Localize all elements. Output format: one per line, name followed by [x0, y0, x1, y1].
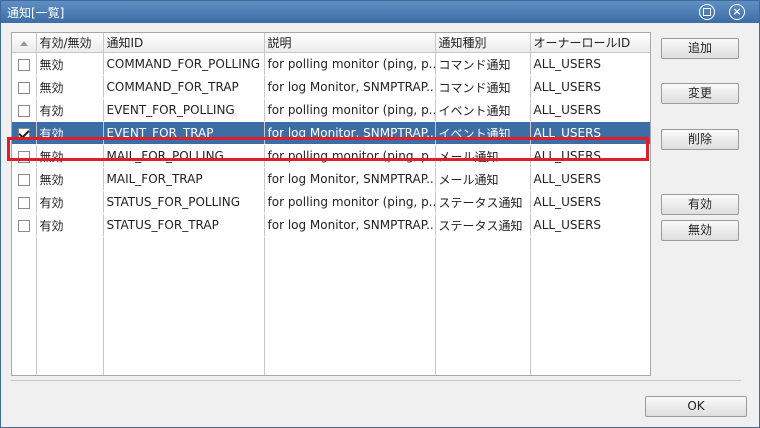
cell-owner: ALL_USERS [530, 121, 650, 145]
cell-description: for log Monitor, SNMPTRAP... [264, 213, 436, 237]
filler-cell [103, 236, 265, 375]
column-header-id[interactable]: 通知ID [103, 33, 265, 53]
filler-cell [530, 236, 650, 375]
row-checkbox[interactable] [17, 127, 30, 140]
row-checkbox-cell[interactable] [12, 167, 37, 191]
cell-type: コマンド通知 [435, 75, 531, 99]
table-row[interactable]: 有効 EVENT_FOR_POLLING for polling monitor (… [12, 98, 650, 122]
table-row[interactable]: 無効 MAIL_FOR_POLLING for polling monitor (p… [12, 144, 650, 168]
cell-description: for polling monitor (ping, p... [264, 52, 436, 76]
cell-status: 有効 [36, 213, 104, 237]
row-checkbox-cell[interactable] [12, 121, 37, 145]
table-row[interactable]: 無効 COMMAND_FOR_POLLING for polling monitor… [12, 52, 650, 76]
separator [11, 380, 741, 381]
row-checkbox[interactable] [17, 173, 30, 186]
row-checkbox[interactable] [17, 104, 30, 117]
cell-description: for polling monitor (ping, p... [264, 144, 436, 168]
cell-owner: ALL_USERS [530, 75, 650, 99]
table-row[interactable]: 有効 STATUS_FOR_POLLING for polling monitor … [12, 190, 650, 214]
cell-status: 無効 [36, 52, 104, 76]
filler-cell [12, 236, 37, 375]
window-title: 通知[一覧] [7, 6, 65, 20]
table-row[interactable]: 無効 MAIL_FOR_TRAP for log Monitor, SNMPTRAP… [12, 167, 650, 191]
disable-button[interactable]: 無効 [661, 220, 739, 241]
table-filler [12, 236, 650, 375]
notification-table: 有効/無効 通知ID 説明 通知種別 オーナーロールID 無効 COMMAND_F… [12, 33, 650, 375]
cell-id: STATUS_FOR_POLLING [103, 190, 265, 214]
restore-icon[interactable] [699, 4, 715, 20]
cell-description: for log Monitor, SNMPTRAP... [264, 167, 436, 191]
cell-description: for log Monitor, SNMPTRAP... [264, 75, 436, 99]
add-button[interactable]: 追加 [661, 38, 739, 59]
cell-id: MAIL_FOR_TRAP [103, 167, 265, 191]
cell-owner: ALL_USERS [530, 213, 650, 237]
cell-id: STATUS_FOR_TRAP [103, 213, 265, 237]
cell-description: for log Monitor, SNMPTRAP... [264, 121, 436, 145]
modify-button[interactable]: 変更 [661, 83, 739, 104]
cell-id: EVENT_FOR_TRAP [103, 121, 265, 145]
cell-owner: ALL_USERS [530, 98, 650, 122]
table-row[interactable]: 有効 EVENT_FOR_TRAP for log Monitor, SNMPTRA… [12, 121, 650, 145]
notification-list-dialog: 通知[一覧] × 有効/無効 通知ID 説明 通知種別 オーナーロールID 無効… [0, 0, 760, 428]
row-checkbox-cell[interactable] [12, 52, 37, 76]
cell-owner: ALL_USERS [530, 144, 650, 168]
cell-id: EVENT_FOR_POLLING [103, 98, 265, 122]
cell-id: COMMAND_FOR_TRAP [103, 75, 265, 99]
row-checkbox[interactable] [17, 196, 30, 209]
filler-cell [264, 236, 436, 375]
cell-id: COMMAND_FOR_POLLING [103, 52, 265, 76]
cell-status: 有効 [36, 121, 104, 145]
column-header-owner[interactable]: オーナーロールID [530, 33, 650, 53]
cell-type: コマンド通知 [435, 52, 531, 76]
table-row[interactable]: 無効 COMMAND_FOR_TRAP for log Monitor, SNMPT… [12, 75, 650, 99]
row-checkbox-cell[interactable] [12, 98, 37, 122]
cell-owner: ALL_USERS [530, 52, 650, 76]
row-checkbox-cell[interactable] [12, 144, 37, 168]
row-checkbox[interactable] [17, 81, 30, 94]
cell-description: for polling monitor (ping, p... [264, 98, 436, 122]
cell-status: 無効 [36, 75, 104, 99]
cell-status: 有効 [36, 190, 104, 214]
enable-button[interactable]: 有効 [661, 194, 739, 215]
cell-status: 無効 [36, 167, 104, 191]
filler-cell [36, 236, 104, 375]
cell-description: for polling monitor (ping, p... [264, 190, 436, 214]
table-row[interactable]: 有効 STATUS_FOR_TRAP for log Monitor, SNMPTR… [12, 213, 650, 237]
title-bar[interactable]: 通知[一覧] × [1, 1, 759, 23]
cell-owner: ALL_USERS [530, 190, 650, 214]
table-header: 有効/無効 通知ID 説明 通知種別 オーナーロールID [12, 33, 650, 53]
delete-button[interactable]: 削除 [661, 129, 739, 150]
cell-status: 無効 [36, 144, 104, 168]
row-checkbox-cell[interactable] [12, 190, 37, 214]
row-checkbox[interactable] [17, 150, 30, 163]
close-icon[interactable]: × [729, 4, 745, 20]
notification-table-container: 有効/無効 通知ID 説明 通知種別 オーナーロールID 無効 COMMAND_F… [11, 32, 651, 376]
filler-cell [435, 236, 531, 375]
row-checkbox[interactable] [17, 219, 30, 232]
row-checkbox-cell[interactable] [12, 75, 37, 99]
dialog-content: 有効/無効 通知ID 説明 通知種別 オーナーロールID 無効 COMMAND_F… [1, 23, 759, 427]
row-checkbox-cell[interactable] [12, 213, 37, 237]
column-header-status[interactable]: 有効/無効 [36, 33, 104, 53]
cell-id: MAIL_FOR_POLLING [103, 144, 265, 168]
sort-ascending-icon[interactable] [12, 33, 37, 53]
cell-status: 有効 [36, 98, 104, 122]
cell-type: ステータス通知 [435, 190, 531, 214]
cell-type: メール通知 [435, 144, 531, 168]
cell-type: ステータス通知 [435, 213, 531, 237]
row-checkbox[interactable] [17, 58, 30, 71]
column-header-type[interactable]: 通知種別 [435, 33, 531, 53]
ok-button[interactable]: OK [645, 396, 747, 417]
cell-type: イベント通知 [435, 98, 531, 122]
cell-type: イベント通知 [435, 121, 531, 145]
cell-owner: ALL_USERS [530, 167, 650, 191]
column-header-description[interactable]: 説明 [264, 33, 436, 53]
cell-type: メール通知 [435, 167, 531, 191]
